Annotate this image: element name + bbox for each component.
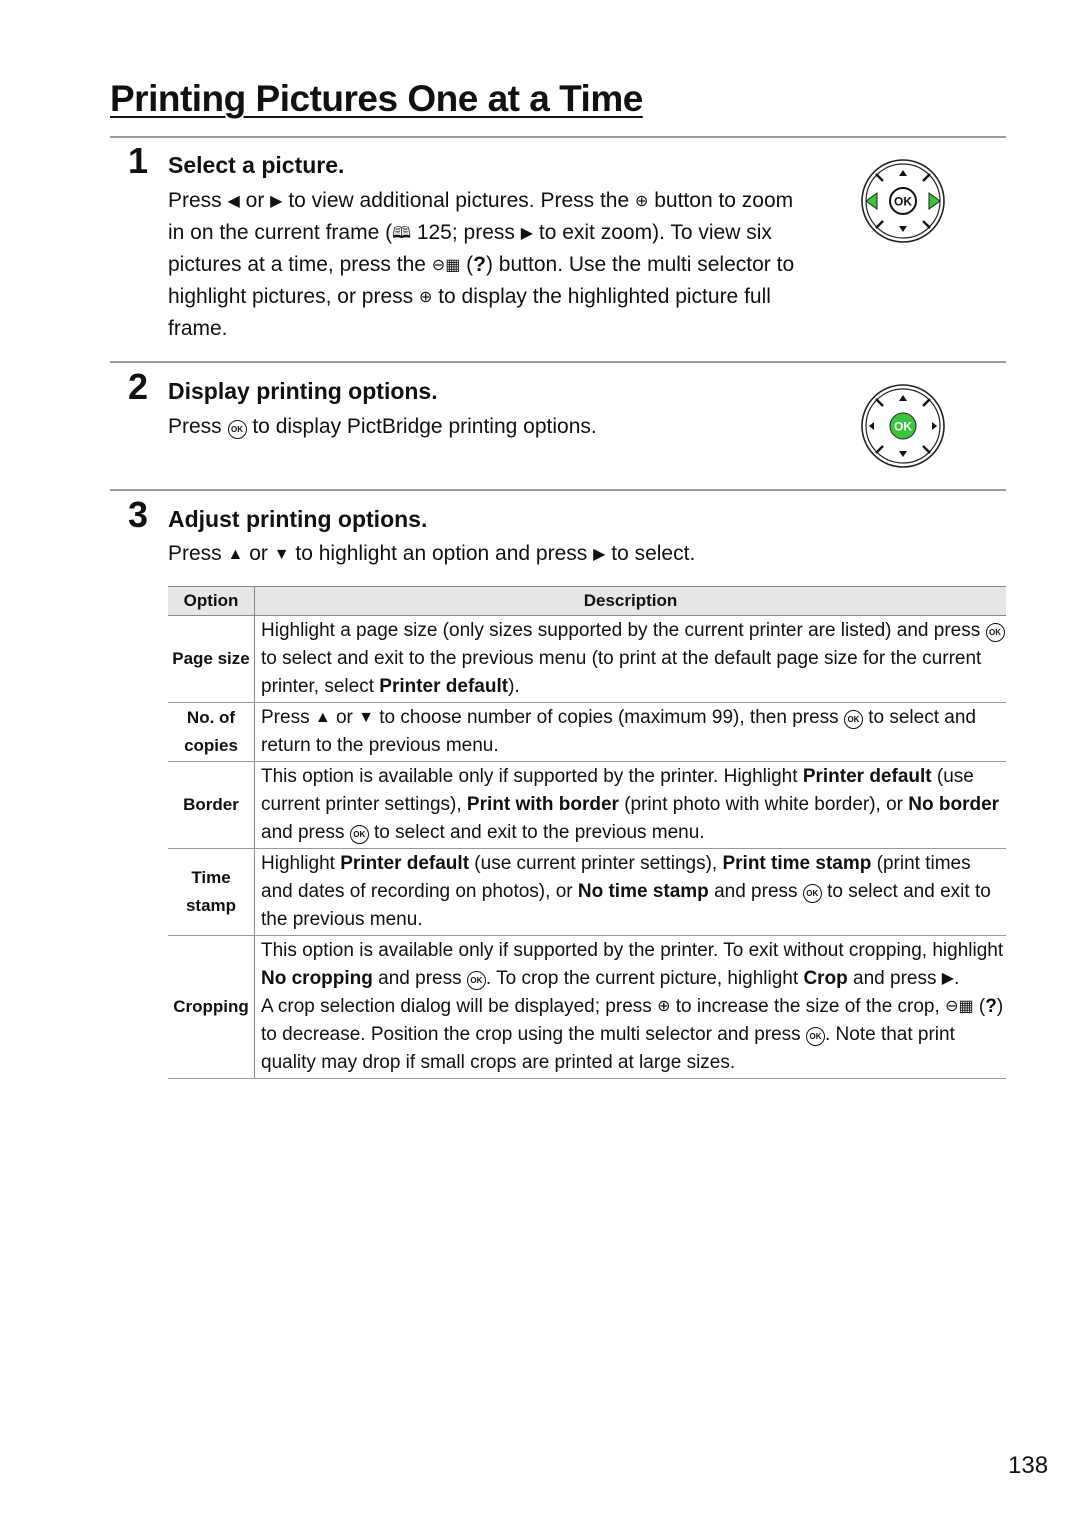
tick-mark bbox=[922, 173, 931, 182]
step-number: 2 bbox=[128, 366, 149, 407]
right-arrow-icon bbox=[932, 422, 937, 430]
right-arrow-icon: ▶ bbox=[941, 970, 955, 987]
tick-mark bbox=[875, 445, 884, 454]
tick-mark bbox=[922, 398, 931, 407]
left-arrow-icon: ◀ bbox=[227, 193, 240, 210]
step-body: Press ▲ or ▼ to highlight an option and … bbox=[168, 538, 988, 570]
step-number: 3 bbox=[128, 494, 149, 535]
right-arrow-icon bbox=[928, 192, 941, 210]
tick-mark bbox=[875, 220, 884, 229]
option-description: Highlight a page size (only sizes suppor… bbox=[254, 615, 1006, 703]
option-description: Press ▲ or ▼ to choose number of copies … bbox=[254, 702, 1006, 762]
option-name: Page size bbox=[168, 615, 255, 703]
ok-button-icon: OK bbox=[349, 825, 369, 844]
bold-term: Print with border bbox=[466, 794, 619, 815]
down-arrow-icon bbox=[899, 226, 907, 232]
divider bbox=[110, 361, 1006, 363]
ok-label: OK bbox=[894, 420, 912, 434]
ok-label: OK bbox=[894, 195, 912, 209]
option-description: This option is available only if support… bbox=[254, 935, 1006, 1079]
tick-mark bbox=[922, 220, 931, 229]
table-header-row: Option Description bbox=[168, 586, 1006, 616]
left-arrow-icon bbox=[869, 422, 874, 430]
down-arrow-icon bbox=[899, 451, 907, 457]
ok-button-icon: OK bbox=[985, 623, 1005, 642]
zoom-in-icon: ⊕ bbox=[635, 193, 649, 210]
zoom-in-icon: ⊕ bbox=[657, 998, 671, 1015]
option-name: Border bbox=[168, 761, 255, 849]
zoom-in-icon: ⊕ bbox=[418, 289, 433, 306]
book-icon: 🕮 bbox=[392, 225, 411, 242]
step-body: Press OK to display PictBridge printing … bbox=[168, 415, 597, 439]
option-description: Highlight Printer default (use current p… bbox=[254, 848, 1006, 936]
ok-button-icon: OK bbox=[466, 971, 486, 990]
bold-term: ? bbox=[473, 253, 486, 276]
table-row: Border This option is available only if s… bbox=[168, 761, 1006, 849]
step-heading: Display printing options. bbox=[168, 378, 438, 404]
up-arrow-icon: ▲ bbox=[227, 546, 244, 563]
option-name: Time stamp bbox=[168, 848, 255, 936]
bold-term: Print time stamp bbox=[722, 853, 872, 874]
bold-term: No time stamp bbox=[577, 881, 709, 902]
ok-button-icon: OK bbox=[843, 710, 863, 729]
options-table: Option Description Page size Highlight a … bbox=[168, 586, 1006, 1079]
table-row: Cropping This option is available only if… bbox=[168, 935, 1006, 1079]
up-arrow-icon: ▲ bbox=[314, 709, 331, 726]
right-arrow-icon: ▶ bbox=[270, 193, 283, 210]
option-name: Cropping bbox=[168, 935, 255, 1079]
right-arrow-icon: ▶ bbox=[593, 546, 606, 563]
down-arrow-icon: ▼ bbox=[273, 546, 290, 563]
playback-icon: ▶ bbox=[520, 225, 534, 242]
bold-term: No border bbox=[908, 794, 1000, 815]
step-heading: Adjust printing options. bbox=[168, 506, 428, 532]
multi-selector-icon: OK bbox=[861, 384, 945, 468]
page-number: 138 bbox=[1008, 1452, 1049, 1479]
bold-term: Printer default bbox=[379, 676, 509, 697]
step-heading: Select a picture. bbox=[168, 152, 345, 178]
left-arrow-icon bbox=[865, 192, 878, 210]
ok-button-icon: OK bbox=[802, 884, 822, 903]
down-arrow-icon: ▼ bbox=[358, 709, 374, 726]
divider bbox=[110, 136, 1006, 138]
table-row: Time stamp Highlight Printer default (use… bbox=[168, 848, 1006, 936]
step-number: 1 bbox=[128, 140, 149, 181]
tick-mark bbox=[875, 398, 884, 407]
tick-mark bbox=[875, 173, 884, 182]
table-row: Page size Highlight a page size (only siz… bbox=[168, 615, 1006, 703]
thumbnail-zoom-out-icon: ⊖▦ bbox=[431, 257, 461, 274]
table-row: No. of copies Press ▲ or ▼ to choose numb… bbox=[168, 702, 1006, 762]
up-arrow-icon bbox=[899, 170, 907, 176]
bold-term: No cropping bbox=[261, 968, 373, 989]
up-arrow-icon bbox=[899, 395, 907, 401]
bold-term: Printer default bbox=[802, 766, 932, 787]
header-description: Description bbox=[254, 586, 1006, 616]
tick-mark bbox=[922, 445, 931, 454]
bold-term: Crop bbox=[803, 968, 848, 989]
ok-button-icon: OK bbox=[805, 1027, 825, 1046]
ok-button-icon: OK bbox=[227, 420, 247, 439]
option-name: No. of copies bbox=[168, 702, 255, 762]
header-option: Option bbox=[168, 586, 255, 616]
option-description: This option is available only if support… bbox=[254, 761, 1006, 849]
page-title: Printing Pictures One at a Time bbox=[110, 78, 643, 119]
bold-term: ? bbox=[985, 996, 997, 1017]
bold-term: Printer default bbox=[340, 853, 470, 874]
divider bbox=[110, 489, 1006, 491]
step-body: Press ◀ or ▶ to view additional pictures… bbox=[168, 185, 808, 344]
multi-selector-icon: OK bbox=[861, 159, 945, 243]
thumbnail-zoom-out-icon: ⊖▦ bbox=[945, 998, 974, 1015]
